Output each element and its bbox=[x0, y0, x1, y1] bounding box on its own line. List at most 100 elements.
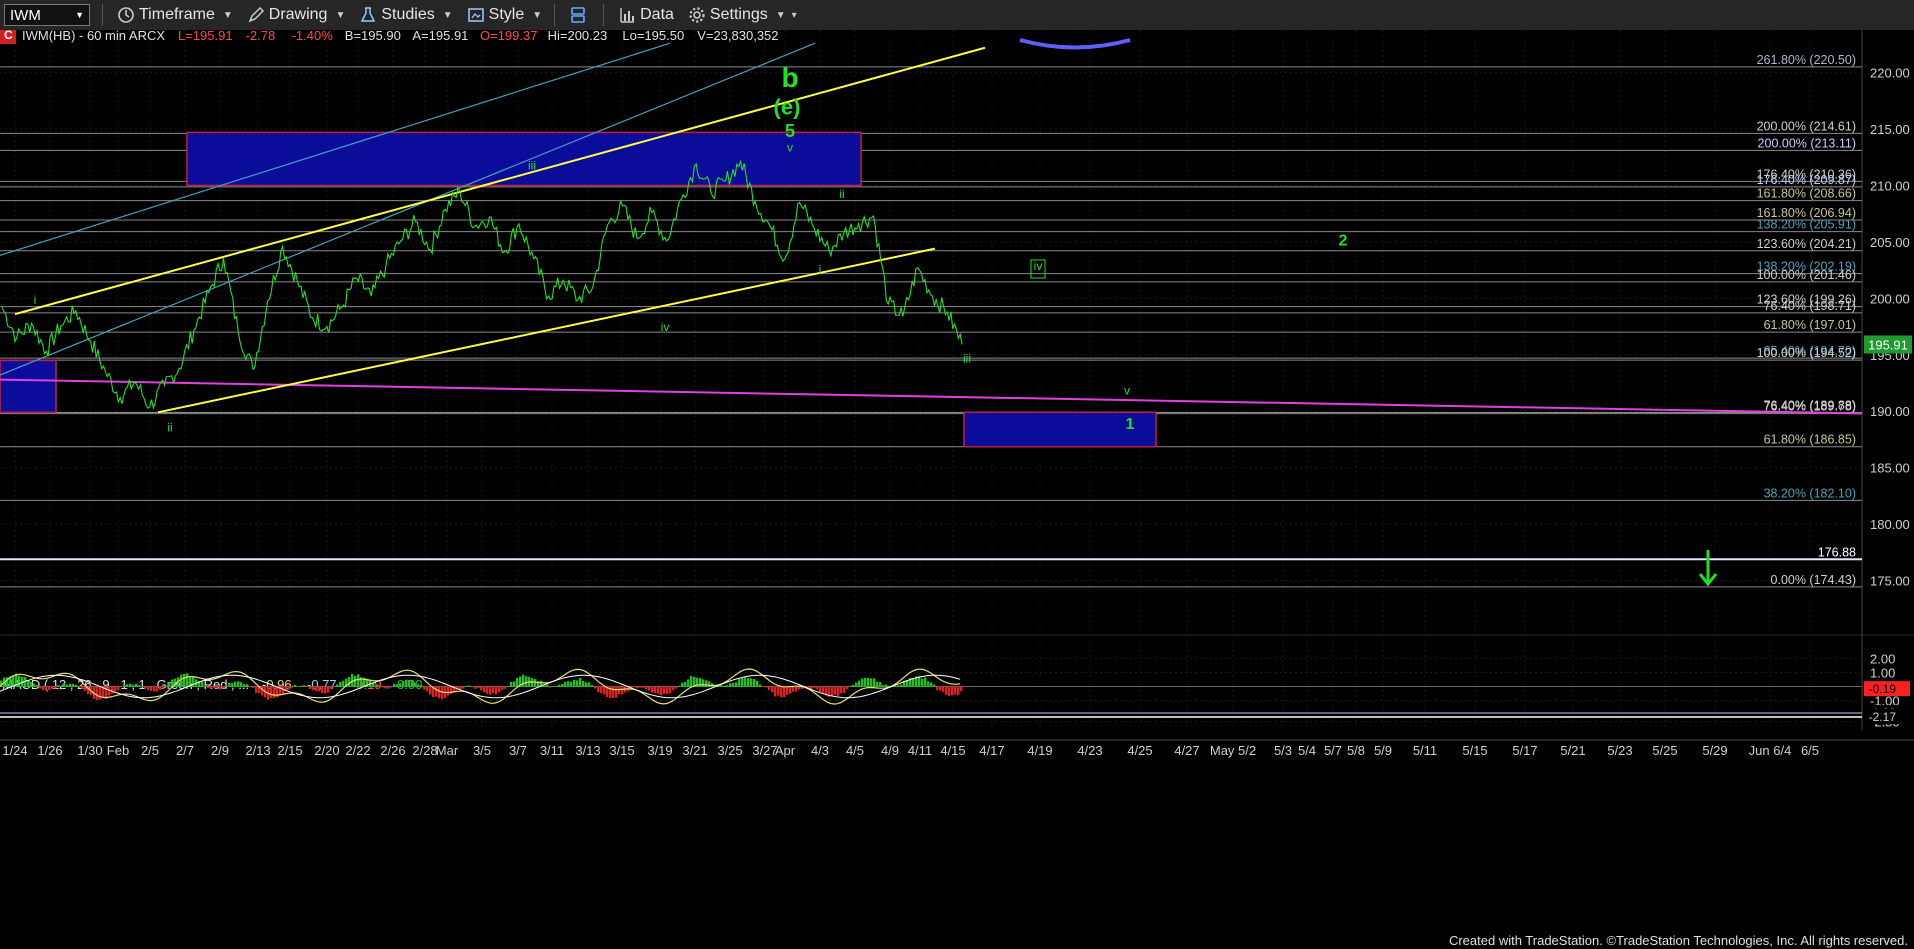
date-tick-label: 3/7 bbox=[509, 743, 527, 758]
macd-histogram-bar bbox=[144, 686, 147, 689]
macd-histogram-bar bbox=[384, 686, 387, 689]
date-tick-label: Feb bbox=[107, 743, 129, 758]
timeframe-button[interactable]: Timeframe ▼ bbox=[117, 6, 233, 24]
header-field: B=195.90 bbox=[345, 30, 401, 43]
macd-histogram-bar bbox=[405, 679, 408, 687]
date-tick-label: 3/5 bbox=[473, 743, 491, 758]
overflow-chevron-icon[interactable]: ▾ bbox=[792, 10, 797, 21]
data-label: Data bbox=[640, 6, 674, 23]
macd-histogram-bar bbox=[183, 673, 186, 687]
macd-histogram-bar bbox=[426, 686, 429, 692]
macd-histogram-bar bbox=[240, 682, 243, 687]
macd-histogram-bar bbox=[894, 685, 897, 687]
macd-histogram-bar bbox=[504, 686, 507, 689]
date-tick-label: 5/4 bbox=[1298, 743, 1316, 758]
wave-label: v bbox=[1124, 383, 1130, 397]
chart-toolbar: IWM ▼ Timeframe ▼ Drawing ▼ Studies ▼ St… bbox=[0, 0, 1914, 31]
layout-button[interactable] bbox=[569, 6, 591, 24]
fib-level-label: 76.40% (198.71) bbox=[1764, 299, 1856, 313]
macd-histogram-bar bbox=[555, 686, 558, 687]
macd-histogram-bar bbox=[822, 686, 825, 694]
date-tick-label: 4/5 bbox=[846, 743, 864, 758]
macd-histogram-bar bbox=[84, 686, 87, 691]
date-tick-label: 5/7 bbox=[1324, 743, 1342, 758]
macd-histogram-bar bbox=[744, 677, 747, 687]
macd-histogram-bar bbox=[216, 686, 219, 689]
macd-histogram-bar bbox=[831, 686, 834, 696]
style-button[interactable]: Style ▼ bbox=[467, 6, 542, 24]
macd-histogram-bar bbox=[396, 684, 399, 687]
date-tick-label: 3/15 bbox=[609, 743, 634, 758]
macd-histogram-bar bbox=[333, 686, 336, 688]
macd-histogram-bar bbox=[114, 686, 117, 692]
macd-histogram-bar bbox=[180, 674, 183, 687]
macd-histogram-bar bbox=[765, 686, 768, 688]
macd-histogram-bar bbox=[954, 686, 957, 695]
macd-histogram-bar bbox=[615, 686, 618, 698]
macd-histogram-bar bbox=[168, 682, 171, 687]
date-tick-label: 3/27 bbox=[752, 743, 777, 758]
macd-histogram-bar bbox=[738, 678, 741, 687]
chevron-down-icon: ▼ bbox=[442, 9, 453, 21]
macd-histogram-bar bbox=[639, 686, 642, 688]
header-field: -2.78 bbox=[246, 30, 276, 43]
symbol-input[interactable]: IWM ▼ bbox=[4, 4, 90, 26]
price-tick-label: 180.00 bbox=[1870, 517, 1910, 532]
left-zone-box bbox=[0, 359, 57, 414]
macd-histogram-bar bbox=[147, 686, 150, 691]
macd-histogram-bar bbox=[753, 679, 756, 687]
macd-histogram-bar bbox=[513, 681, 516, 687]
macd-histogram-bar bbox=[357, 674, 360, 687]
macd-histogram-bar bbox=[411, 680, 414, 687]
date-tick-label: 5/29 bbox=[1702, 743, 1727, 758]
macd-histogram-bar bbox=[228, 682, 231, 687]
drawing-button[interactable]: Drawing ▼ bbox=[247, 6, 345, 24]
date-tick-label: 6/5 bbox=[1801, 743, 1819, 758]
macd-histogram-bar bbox=[324, 686, 327, 694]
price-tick-label: 220.00 bbox=[1870, 66, 1910, 81]
date-tick-label: Jun 6/4 bbox=[1749, 743, 1792, 758]
macd-histogram-bar bbox=[747, 678, 750, 687]
macd-histogram-bar bbox=[636, 686, 639, 689]
macd-histogram-bar bbox=[918, 676, 921, 687]
macd-histogram-bar bbox=[786, 686, 789, 695]
date-tick-label: 5/17 bbox=[1512, 743, 1537, 758]
macd-histogram-bar bbox=[657, 686, 660, 694]
macd-histogram-bar bbox=[408, 679, 411, 687]
macd-histogram-bar bbox=[213, 686, 216, 688]
price-chart[interactable]: 175.00180.00185.00190.00195.00200.00205.… bbox=[0, 30, 1914, 938]
macd-histogram-bar bbox=[783, 686, 786, 698]
macd-histogram-bar bbox=[648, 686, 651, 691]
studies-button[interactable]: Studies ▼ bbox=[359, 6, 453, 24]
macd-histogram-bar bbox=[30, 682, 33, 687]
macd-histogram-bar bbox=[321, 686, 324, 694]
header-field: V=23,830,352 bbox=[697, 30, 778, 43]
date-tick-label: 3/11 bbox=[540, 743, 564, 758]
clock-icon bbox=[118, 7, 134, 23]
macd-histogram-bar bbox=[441, 686, 444, 700]
macd-histogram-bar bbox=[813, 686, 816, 689]
macd-histogram-bar bbox=[552, 686, 555, 687]
data-button[interactable]: Data bbox=[618, 6, 674, 24]
date-tick-label: 5/21 bbox=[1560, 743, 1585, 758]
macd-histogram-bar bbox=[186, 673, 189, 687]
macd-histogram-bar bbox=[732, 682, 735, 687]
macd-histogram-bar bbox=[948, 686, 951, 696]
drawing-label: Drawing bbox=[268, 6, 328, 23]
macd-histogram-bar bbox=[507, 686, 510, 687]
macd-histogram-bar bbox=[582, 680, 585, 687]
macd-histogram-bar bbox=[876, 681, 879, 687]
fib-level-label: 176.88 bbox=[1818, 545, 1856, 559]
settings-button[interactable]: Settings ▼ ▾ bbox=[688, 6, 797, 24]
macd-histogram-bar bbox=[249, 686, 252, 688]
macd-histogram-bar bbox=[246, 684, 249, 687]
copyright-footer: Created with TradeStation. ©TradeStation… bbox=[1448, 933, 1908, 948]
macd-histogram-bar bbox=[303, 685, 306, 687]
header-field: -1.40% bbox=[292, 30, 334, 43]
macd-histogram-bar bbox=[501, 686, 504, 690]
wave-label: ii bbox=[167, 421, 172, 435]
macd-histogram-bar bbox=[72, 683, 75, 687]
macd-histogram-bar bbox=[858, 680, 861, 687]
macd-histogram-bar bbox=[117, 686, 120, 691]
macd-histogram-bar bbox=[678, 685, 681, 687]
